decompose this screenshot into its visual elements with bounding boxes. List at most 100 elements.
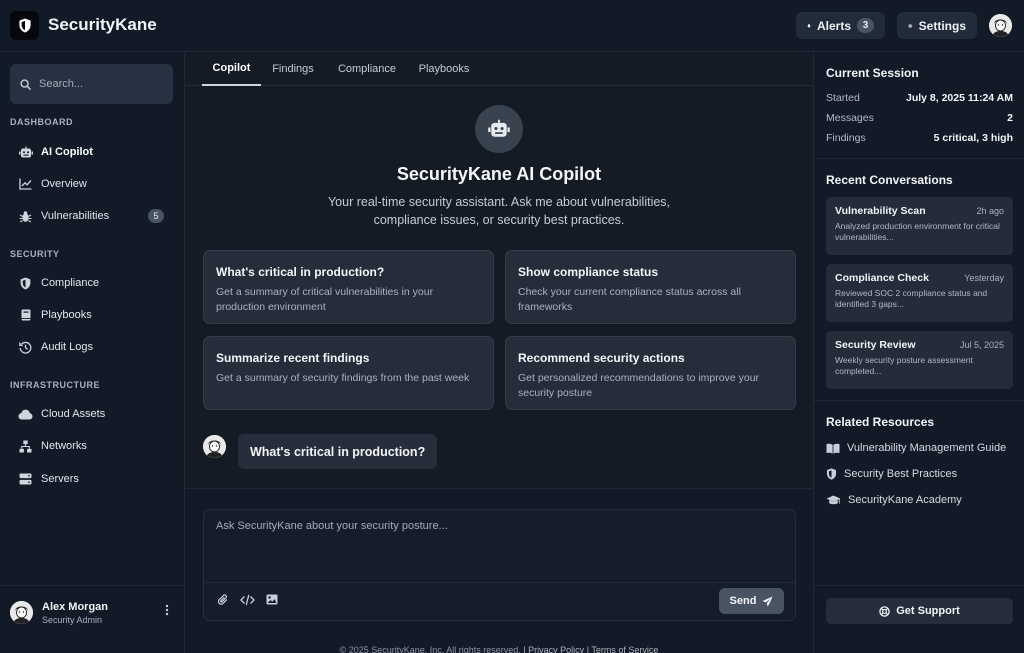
suggestion-title: What's critical in production?	[216, 265, 385, 279]
user-role: Security Admin	[42, 615, 103, 625]
search-icon	[20, 78, 31, 90]
send-button[interactable]: Send	[719, 588, 784, 614]
conversation-card[interactable]: Vulnerability Scan 2h ago Analyzed produ…	[826, 197, 1013, 255]
alerts-button[interactable]: Alerts 3	[796, 12, 885, 39]
sidebar-item-label: Audit Logs	[41, 341, 93, 353]
code-icon	[240, 594, 255, 606]
conversation-title: Vulnerability Scan	[835, 205, 926, 217]
code-button[interactable]	[240, 594, 255, 606]
sidebar-item-label: Networks	[41, 440, 87, 452]
get-support-label: Get Support	[896, 605, 960, 617]
sidebar-item-audit-logs[interactable]: Audit Logs	[10, 334, 175, 360]
resource-label: SecurityKane Academy	[848, 494, 962, 506]
sidebar-item-label: Cloud Assets	[41, 408, 106, 420]
conversation-time: 2h ago	[976, 206, 1004, 216]
search-input[interactable]	[39, 78, 159, 90]
attach-button[interactable]	[218, 594, 229, 606]
ellipsis-vertical-icon	[165, 604, 169, 616]
sidebar-item-label: Compliance	[41, 277, 100, 289]
terms-of-service-link[interactable]: Terms of Service	[591, 645, 658, 653]
conversation-card[interactable]: Security Review Jul 5, 2025 Weekly secur…	[826, 331, 1013, 389]
conversation-description: Reviewed SOC 2 compliance status and ide…	[835, 288, 988, 309]
sidebar-item-playbooks[interactable]: Playbooks	[10, 302, 175, 328]
message-input[interactable]	[216, 520, 776, 570]
tab-compliance[interactable]: Compliance	[335, 52, 399, 86]
session-key: Messages	[826, 112, 874, 124]
sidebar-item-label: Overview	[41, 178, 87, 190]
section-label-infrastructure: INFRASTRUCTURE	[10, 380, 100, 390]
shield-icon	[826, 468, 837, 480]
suggestion-description: Get a summary of security findings from …	[216, 372, 470, 384]
composer-divider	[204, 582, 795, 583]
settings-button[interactable]: Settings	[897, 12, 977, 39]
resource-link[interactable]: Vulnerability Management Guide	[826, 442, 1006, 454]
chart-line-icon	[18, 177, 33, 192]
sidebar-item-ai-copilot[interactable]: AI Copilot	[10, 139, 175, 165]
suggestion-card[interactable]: Show compliance status Check your curren…	[505, 250, 796, 324]
sidebar-item-label: Servers	[41, 473, 79, 485]
session-key: Started	[826, 92, 860, 104]
session-value: 2	[1007, 112, 1013, 124]
suggestion-card[interactable]: Summarize recent findings Get a summary …	[203, 336, 494, 410]
sidebar-item-cloud-assets[interactable]: Cloud Assets	[10, 401, 175, 427]
suggestion-title: Show compliance status	[518, 265, 659, 279]
suggestion-card[interactable]: Recommend security actions Get personali…	[505, 336, 796, 410]
user-avatar[interactable]	[989, 14, 1012, 37]
divider	[814, 158, 1024, 159]
sidebar-item-overview[interactable]: Overview	[10, 171, 175, 197]
settings-label: Settings	[918, 18, 966, 33]
server-icon	[18, 472, 33, 487]
tab-playbooks[interactable]: Playbooks	[414, 52, 474, 86]
user-name: Alex Morgan	[42, 601, 109, 613]
suggestion-card[interactable]: What's critical in production? Get a sum…	[203, 250, 494, 324]
suggestion-description: Get a summary of critical vulnerabilitie…	[216, 286, 434, 313]
session-row: Findings 5 critical, 3 high	[826, 132, 1013, 144]
resource-link[interactable]: SecurityKane Academy	[826, 494, 962, 506]
bell-icon	[807, 23, 811, 28]
sidebar-item-compliance[interactable]: Compliance	[10, 270, 175, 296]
image-icon	[266, 594, 278, 605]
life-ring-icon	[879, 605, 890, 617]
tab-bar: Copilot Findings Compliance Playbooks	[185, 52, 813, 86]
cloud-icon	[18, 407, 33, 422]
resource-label: Vulnerability Management Guide	[847, 442, 1007, 454]
avatar-illustration-icon	[203, 435, 226, 458]
graduation-cap-icon	[826, 495, 841, 504]
vulnerabilities-count-badge: 5	[148, 209, 164, 223]
app-header: SecurityKane Alerts 3 Settings	[0, 0, 1024, 52]
suggestion-description: Get personalized recommendations to impr…	[518, 372, 760, 399]
search-box[interactable]	[10, 64, 173, 104]
app-title: SecurityKane	[48, 15, 157, 34]
shield-logo-icon	[18, 18, 31, 33]
privacy-policy-link[interactable]: Privacy Policy	[528, 645, 584, 653]
conversation-card[interactable]: Compliance Check Yesterday Reviewed SOC …	[826, 264, 1013, 322]
more-options-button[interactable]	[165, 604, 169, 616]
sidebar-item-label: Playbooks	[41, 309, 92, 321]
footer: © 2025 SecurityKane, Inc. All rights res…	[185, 645, 813, 653]
resource-link[interactable]: Security Best Practices	[826, 468, 957, 480]
shield-icon	[18, 276, 33, 291]
sidebar-item-vulnerabilities[interactable]: Vulnerabilities 5	[10, 203, 175, 229]
history-icon	[18, 340, 33, 355]
logo[interactable]	[10, 11, 39, 40]
avatar-illustration-icon	[989, 14, 1012, 37]
session-row: Messages 2	[826, 112, 1013, 124]
session-value: 5 critical, 3 high	[933, 132, 1013, 144]
message-composer: Send	[203, 509, 796, 621]
avatar[interactable]	[10, 601, 33, 624]
section-label-dashboard: DASHBOARD	[10, 117, 73, 127]
conversation-time: Jul 5, 2025	[959, 340, 1004, 350]
tab-findings[interactable]: Findings	[269, 52, 317, 86]
paperclip-icon	[218, 594, 228, 605]
sidebar-item-networks[interactable]: Networks	[10, 433, 175, 459]
suggestion-description: Check your current compliance status acr…	[518, 286, 741, 313]
tab-copilot[interactable]: Copilot	[202, 52, 261, 86]
get-support-button[interactable]: Get Support	[826, 598, 1013, 624]
image-button[interactable]	[266, 594, 278, 605]
paper-plane-icon	[762, 596, 773, 606]
alerts-label: Alerts	[816, 18, 851, 33]
book-open-icon	[826, 443, 840, 454]
right-panel: Current Session Started July 8, 2025 11:…	[813, 52, 1024, 653]
sidebar-item-servers[interactable]: Servers	[10, 466, 175, 492]
copilot-description: Your real-time security assistant. Ask m…	[327, 195, 671, 227]
